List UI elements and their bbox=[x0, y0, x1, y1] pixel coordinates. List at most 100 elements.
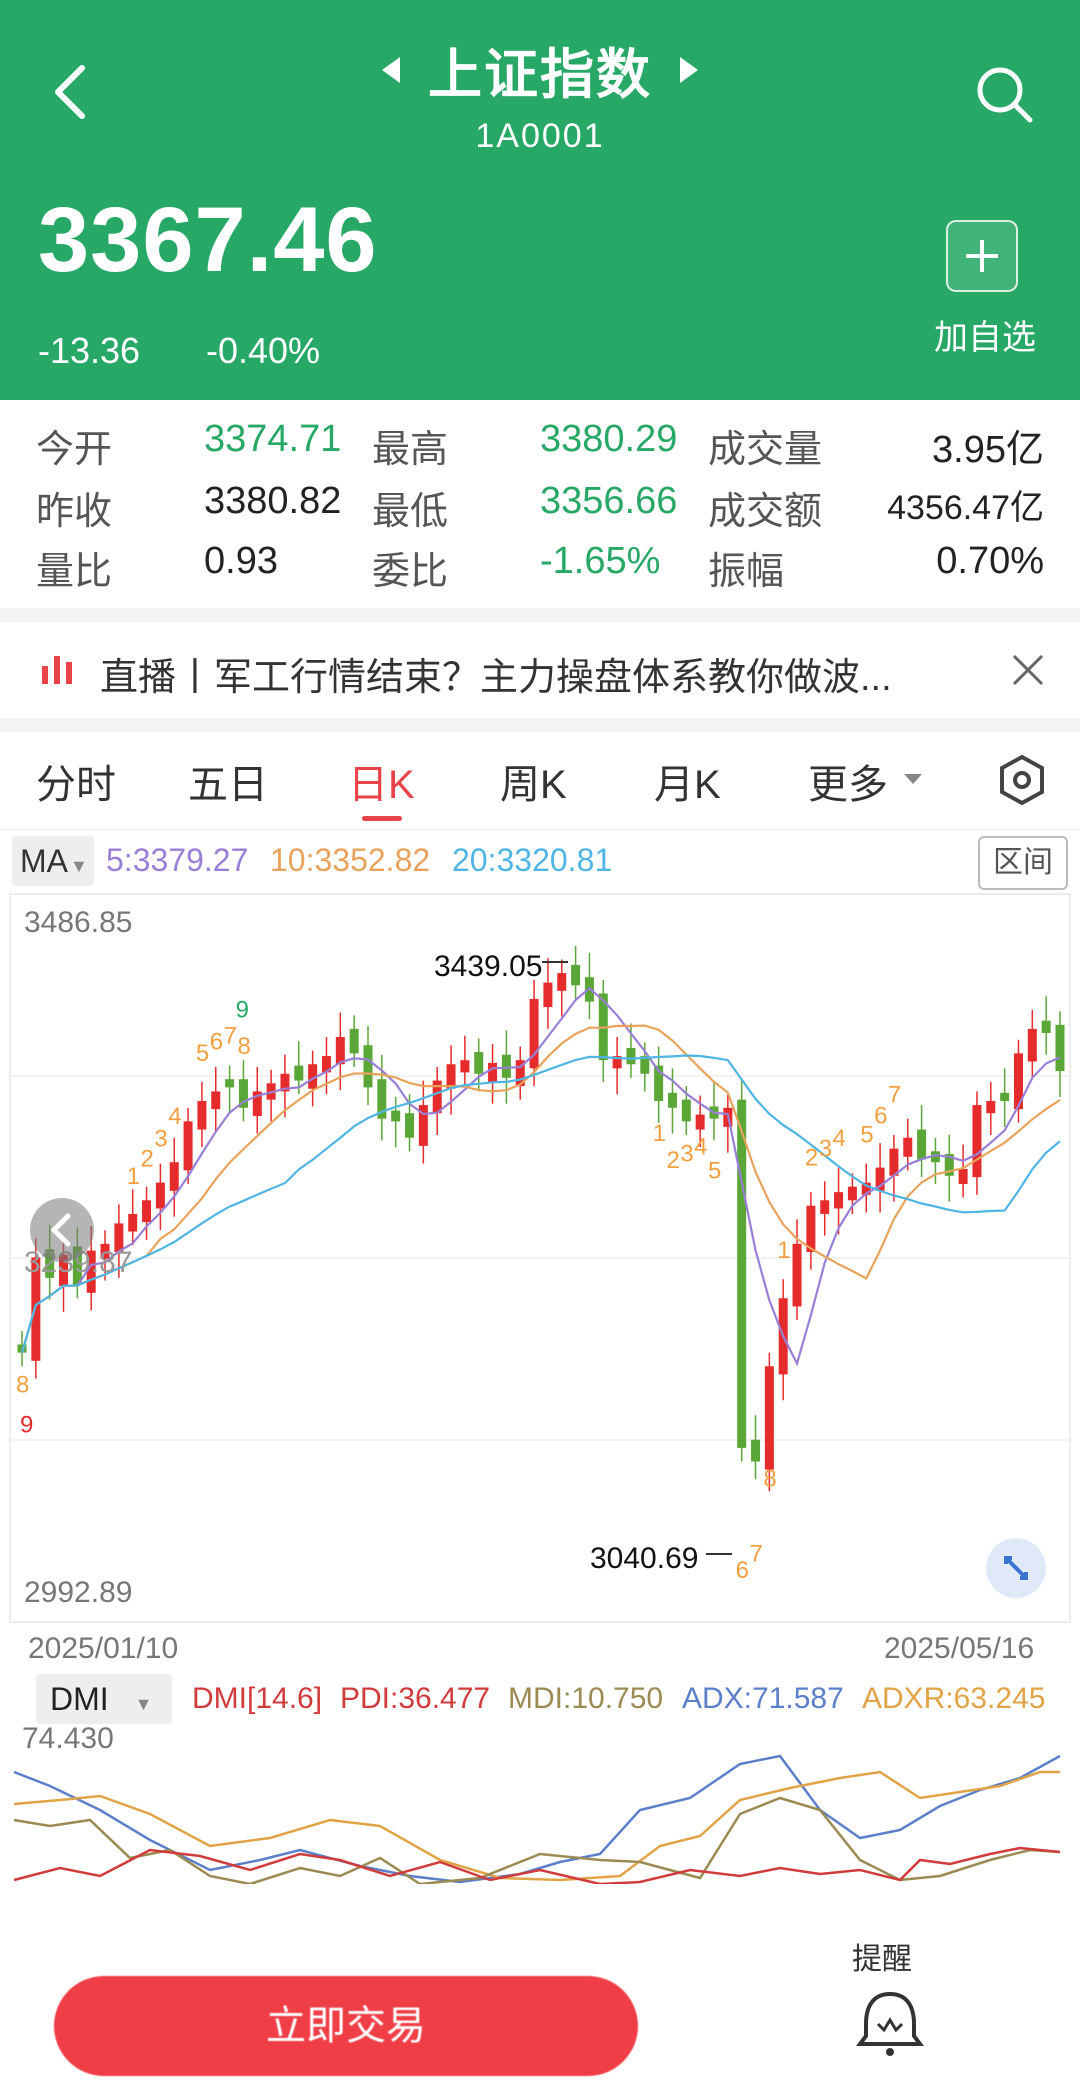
y-axis-bottom-label: 2992.89 bbox=[24, 1576, 133, 1609]
candle-down bbox=[225, 1079, 235, 1088]
settings-icon[interactable] bbox=[998, 754, 1046, 806]
tab-monthly-k[interactable]: 月K bbox=[654, 752, 721, 810]
collapse-side-button[interactable] bbox=[30, 1198, 94, 1262]
bar-chart-icon bbox=[42, 656, 72, 684]
candle-up bbox=[543, 982, 553, 1008]
candle-down bbox=[405, 1113, 415, 1138]
add-watchlist-label[interactable]: 加自选 bbox=[920, 310, 1050, 359]
stock-header: 上证指数 1A0001 3367.46 -13.36 -0.40% 加自选 bbox=[0, 0, 1080, 400]
candle-down bbox=[1055, 1024, 1065, 1072]
ma10-value: 10:3352.82 bbox=[270, 842, 431, 878]
chevron-left-icon bbox=[50, 1213, 71, 1247]
td-count-label: 2 bbox=[141, 1145, 154, 1172]
candle-down bbox=[1000, 1092, 1010, 1101]
high-annotation: 3439.05 bbox=[434, 950, 543, 983]
date-end: 2025/05/16 bbox=[884, 1632, 1035, 1665]
td-count-label: 3 bbox=[154, 1126, 167, 1153]
td-count-label: 5 bbox=[196, 1040, 209, 1067]
candle-down bbox=[667, 1092, 677, 1108]
candle-up bbox=[169, 1162, 179, 1191]
candle-down bbox=[737, 1099, 747, 1448]
quote-value-prev-close: 3380.82 bbox=[204, 480, 342, 522]
ma5-value: 5:3379.27 bbox=[106, 842, 249, 878]
candle-up bbox=[695, 1114, 705, 1130]
candle-down bbox=[294, 1065, 304, 1081]
td-count-label: 8 bbox=[763, 1465, 776, 1492]
candle-down bbox=[917, 1129, 927, 1160]
quote-label-prev-close: 昨收 bbox=[36, 491, 113, 533]
td-count-label: 6 bbox=[874, 1103, 887, 1130]
candle-up bbox=[903, 1137, 913, 1157]
trade-button[interactable]: 立即交易 bbox=[54, 1976, 638, 2076]
next-stock-icon[interactable] bbox=[678, 55, 700, 85]
dmi-mdi: MDI:10.750 bbox=[508, 1682, 664, 1715]
td-count-label: 1 bbox=[777, 1237, 790, 1264]
td-count-label: 3 bbox=[819, 1135, 832, 1162]
candle-up bbox=[183, 1121, 193, 1171]
high-annotation-leader bbox=[542, 961, 568, 963]
candle-up bbox=[197, 1100, 207, 1130]
candle-down bbox=[391, 1110, 401, 1122]
candle-up bbox=[1027, 1028, 1037, 1062]
tab-more[interactable]: 更多 bbox=[808, 752, 888, 810]
td-count-label: 3 bbox=[680, 1140, 693, 1167]
prev-stock-icon[interactable] bbox=[380, 55, 402, 85]
candle-down bbox=[681, 1099, 691, 1122]
candle-up bbox=[335, 1037, 345, 1065]
fullscreen-icon bbox=[1004, 1556, 1028, 1580]
ma20-value: 20:3320.81 bbox=[452, 842, 613, 878]
dmi-pdi: PDI:36.477 bbox=[340, 1682, 491, 1715]
td-count-label: 8 bbox=[237, 1033, 250, 1060]
dmi-chart[interactable] bbox=[0, 1750, 1080, 1884]
candle-down bbox=[474, 1052, 484, 1074]
td-count-label: 6 bbox=[210, 1028, 223, 1055]
candle-up bbox=[211, 1091, 221, 1110]
quote-label-turnover: 成交额 bbox=[708, 491, 823, 533]
td-count-label: 1 bbox=[127, 1163, 140, 1190]
price-change-percent: -0.40% bbox=[206, 330, 321, 371]
ma-selector[interactable]: MA ▼ bbox=[12, 836, 94, 886]
quote-label-volume-ratio: 量比 bbox=[36, 551, 113, 593]
candle-up bbox=[128, 1213, 138, 1232]
quote-value-open: 3374.71 bbox=[204, 418, 342, 460]
remind-label[interactable]: 提醒 bbox=[852, 1934, 912, 1978]
tab-five-day[interactable]: 五日 bbox=[188, 752, 268, 810]
td-count-label: 7 bbox=[888, 1082, 901, 1109]
candle-up bbox=[986, 1100, 996, 1114]
td-count-label: 2 bbox=[666, 1147, 679, 1174]
candle-down bbox=[626, 1047, 636, 1065]
tab-intraday[interactable]: 分时 bbox=[36, 752, 116, 810]
plus-icon bbox=[966, 240, 998, 272]
tab-weekly-k[interactable]: 周K bbox=[500, 752, 567, 810]
chevron-down-icon bbox=[904, 774, 922, 784]
fullscreen-button[interactable] bbox=[986, 1538, 1046, 1598]
live-banner[interactable]: 直播丨军工行情结束？主力操盘体系教你做波... bbox=[0, 620, 1080, 720]
close-icon[interactable] bbox=[1008, 650, 1048, 690]
td-count-label: 4 bbox=[833, 1125, 846, 1152]
td-nine-red-label: 9 bbox=[20, 1412, 33, 1439]
td-nine-green-label: 9 bbox=[236, 996, 249, 1023]
quote-value-volume-ratio: 0.93 bbox=[204, 540, 278, 582]
candlestick-chart[interactable]: 812345 6 7 812 3 4567812 3 4 56799 bbox=[0, 890, 1080, 1630]
add-watchlist-button[interactable] bbox=[946, 220, 1018, 292]
active-tab-indicator bbox=[362, 816, 402, 821]
quote-value-volume: 3.95亿 bbox=[932, 429, 1044, 471]
range-button[interactable]: 区间 bbox=[978, 836, 1068, 890]
candle-down bbox=[501, 1054, 511, 1078]
td-count-label: 5 bbox=[708, 1158, 721, 1185]
search-icon[interactable] bbox=[972, 62, 1036, 126]
dmi-adxr: ADXR:63.245 bbox=[862, 1682, 1046, 1715]
quote-label-amplitude: 振幅 bbox=[708, 551, 785, 593]
bottom-bar: 立即交易 bbox=[0, 1884, 1080, 2086]
y-axis-top-label: 3486.85 bbox=[24, 906, 133, 939]
dmi-adx: ADX:71.587 bbox=[682, 1682, 844, 1715]
candle-up bbox=[557, 973, 567, 991]
dmi-selector[interactable]: DMI ▼ bbox=[36, 1674, 172, 1724]
bell-icon[interactable] bbox=[850, 1984, 930, 2074]
quote-label-open: 今开 bbox=[36, 429, 113, 471]
quote-value-low: 3356.66 bbox=[540, 480, 678, 522]
tab-daily-k[interactable]: 日K bbox=[348, 752, 415, 810]
td-count-label: 4 bbox=[694, 1134, 707, 1161]
low-annotation-leader bbox=[706, 1553, 732, 1555]
candle-down bbox=[751, 1439, 761, 1462]
